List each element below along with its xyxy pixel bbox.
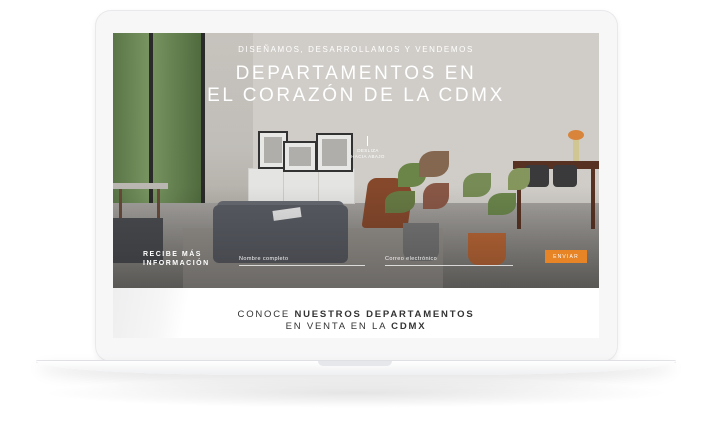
laptop-screen: DISEÑAMOS, DESARROLLAMOS Y VENDEMOS DEPA… xyxy=(113,33,599,338)
submit-button[interactable]: ENVIAR xyxy=(545,250,587,263)
hero-headline-line: DEPARTAMENTOS EN xyxy=(235,63,477,84)
section-title-bold: CDMX xyxy=(391,321,427,332)
hero-eyebrow: DISEÑAMOS, DESARROLLAMOS Y VENDEMOS xyxy=(238,45,474,54)
scroll-hint: DESLIZA HACIA ABAJO xyxy=(351,148,385,160)
hero-headline-line: EL CORAZÓN DE LA CDMX xyxy=(207,85,505,106)
name-field[interactable] xyxy=(239,247,365,266)
scroll-hint-line: HACIA ABAJO xyxy=(351,154,385,159)
form-label-line: RECIBE MÁS xyxy=(143,251,202,258)
email-input[interactable] xyxy=(385,252,513,266)
section-title-bold: NUESTROS DEPARTAMENTOS xyxy=(294,309,475,320)
email-field[interactable] xyxy=(385,247,513,266)
form-label: RECIBE MÁS INFORMACIÓN xyxy=(143,250,223,268)
laptop-notch xyxy=(318,361,392,366)
section-title-line1: CONOCE NUESTROS DEPARTAMENTOS xyxy=(113,309,599,321)
section-title-prefix: EN VENTA EN LA xyxy=(285,321,392,332)
section-title: CONOCE NUESTROS DEPARTAMENTOS EN VENTA E… xyxy=(113,309,599,333)
hero-section: DISEÑAMOS, DESARROLLAMOS Y VENDEMOS DEPA… xyxy=(113,33,599,288)
section-title-line2: EN VENTA EN LA CDMX xyxy=(113,321,599,333)
scroll-indicator-line xyxy=(367,136,368,146)
name-input[interactable] xyxy=(239,252,365,266)
hero-headline: DEPARTAMENTOS EN EL CORAZÓN DE LA CDMX xyxy=(113,63,599,107)
section-title-prefix: CONOCE xyxy=(237,309,295,320)
device-shadow xyxy=(40,378,672,408)
form-label-line: INFORMACIÓN xyxy=(143,260,210,267)
